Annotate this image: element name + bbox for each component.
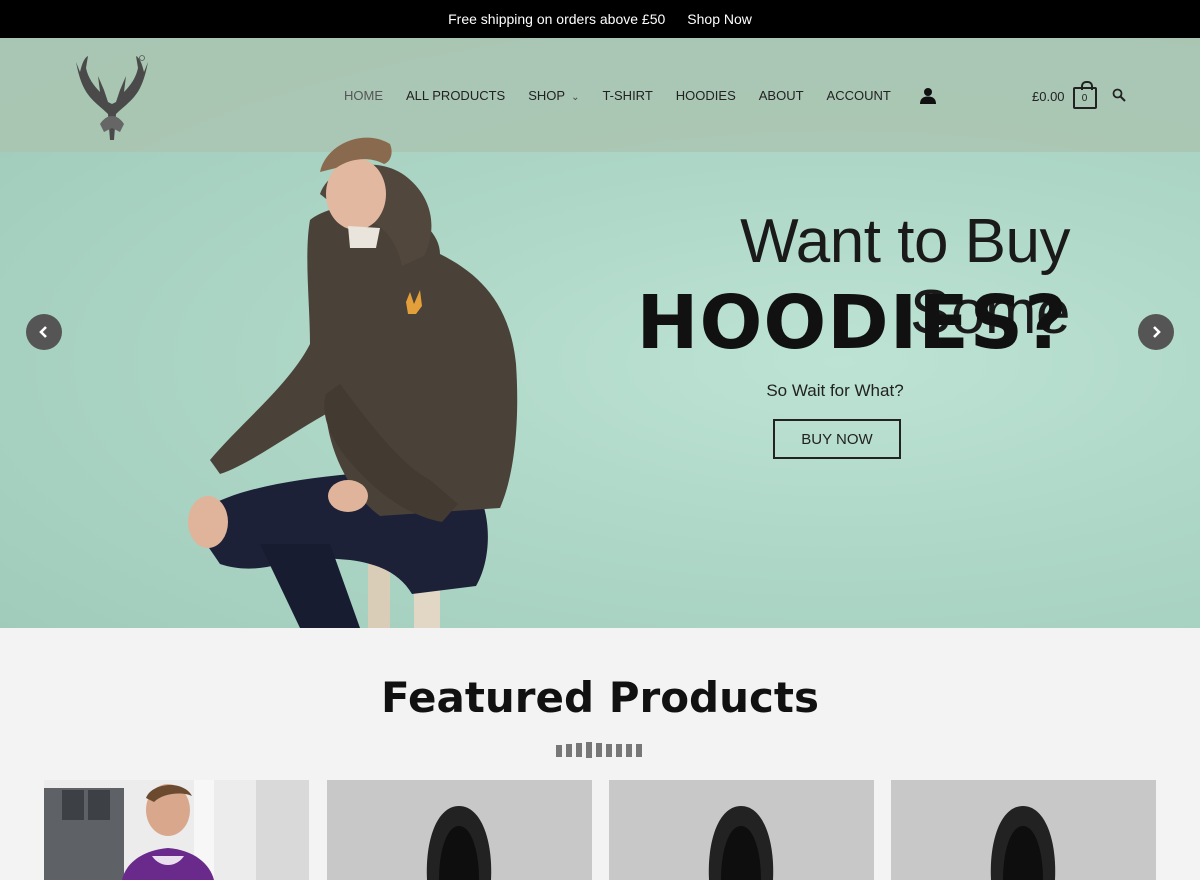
shipping-message: Free shipping on orders above £50 [448, 11, 666, 27]
buy-now-button[interactable]: BUY NOW [773, 419, 901, 459]
hero-model-image [188, 137, 518, 628]
product-card[interactable] [327, 780, 592, 880]
product-image [891, 780, 1156, 880]
nav-shop-label: SHOP [528, 88, 566, 103]
hero-slider: HOME ALL PRODUCTS SHOP ⌄ T-SHIRT HOODIES … [0, 38, 1200, 628]
nav-t-shirt[interactable]: T-SHIRT [602, 88, 652, 103]
hero-tagline: So Wait for What? [766, 381, 904, 400]
product-image [609, 780, 874, 880]
chevron-down-icon: ⌄ [571, 92, 580, 103]
product-card[interactable] [609, 780, 874, 880]
section-divider [556, 742, 642, 758]
product-image [44, 780, 309, 880]
nav-home[interactable]: HOME [344, 88, 383, 103]
shop-now-link[interactable]: Shop Now [687, 11, 752, 27]
search-icon[interactable] [1112, 88, 1126, 102]
cart-count: 0 [1081, 92, 1088, 104]
product-card[interactable] [44, 780, 309, 880]
nav-hoodies[interactable]: HOODIES [676, 88, 736, 103]
nav-account[interactable]: ACCOUNT [827, 88, 891, 103]
product-card[interactable] [891, 780, 1156, 880]
hero-headline-line2: HOODIES? [636, 280, 1068, 366]
cart-bag-icon: 0 [1072, 81, 1097, 109]
slider-prev-button[interactable] [26, 314, 62, 350]
product-image [327, 780, 592, 880]
nav-about[interactable]: ABOUT [759, 88, 804, 103]
main-nav: HOME ALL PRODUCTS SHOP ⌄ T-SHIRT HOODIES … [344, 87, 936, 104]
slider-next-button[interactable] [1138, 314, 1174, 350]
nav-shop[interactable]: SHOP ⌄ [528, 88, 579, 103]
nav-all-products[interactable]: ALL PRODUCTS [406, 88, 505, 103]
user-icon[interactable] [919, 87, 936, 104]
announcement-bar: Free shipping on orders above £50 Shop N… [0, 0, 1200, 38]
site-logo[interactable] [70, 54, 154, 140]
chevron-left-icon [39, 326, 47, 338]
cart-widget[interactable]: £0.00 0 [1032, 81, 1097, 109]
cart-total: £0.00 [1032, 88, 1065, 104]
chevron-right-icon [1153, 326, 1161, 338]
featured-products-title: Featured Products [381, 673, 819, 722]
